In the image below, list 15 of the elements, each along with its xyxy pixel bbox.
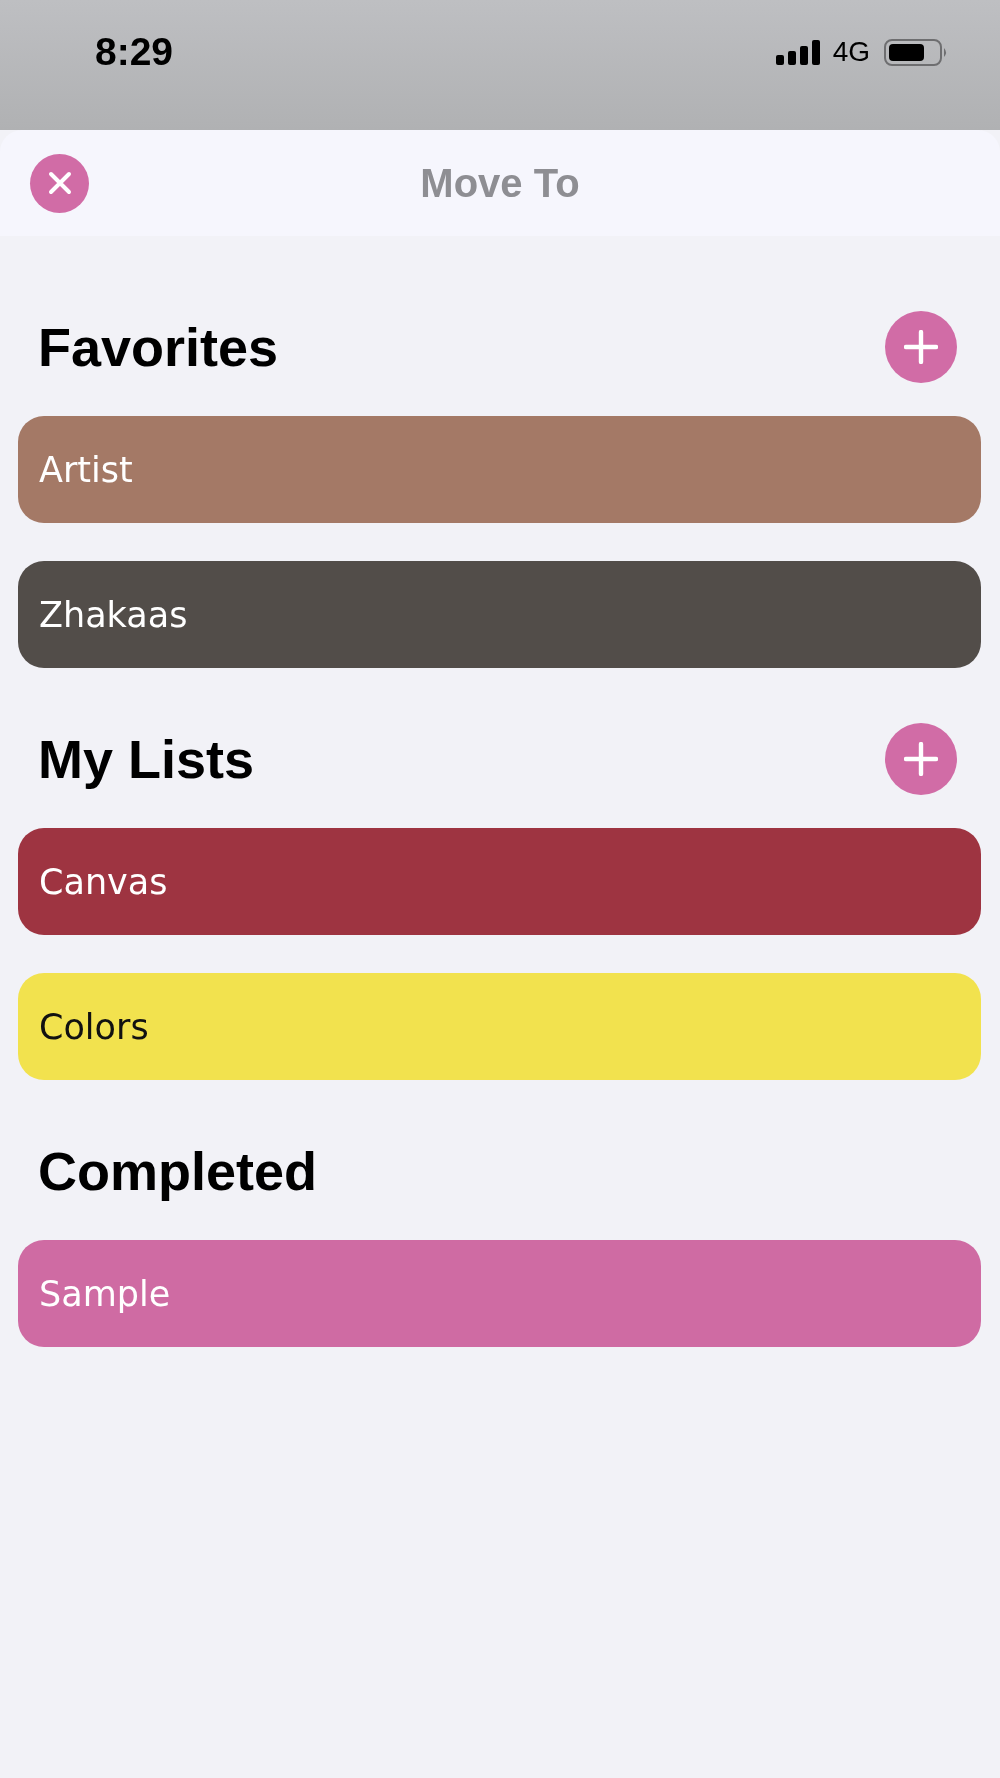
list-button[interactable]: Artist (18, 416, 981, 523)
list-button[interactable]: Colors (18, 973, 981, 1080)
network-type: 4G (832, 36, 870, 68)
sheet-title: Move To (420, 160, 580, 206)
section-heading: Favorites (38, 316, 279, 378)
list-button[interactable]: Zhakaas (18, 561, 981, 668)
section-heading: Completed (38, 1140, 318, 1202)
status-time: 8:29 (95, 30, 174, 74)
close-icon (47, 171, 72, 195)
list-button[interactable]: Canvas (18, 828, 981, 935)
plus-icon (904, 330, 938, 364)
plus-icon (904, 742, 938, 776)
section-heading: My Lists (38, 728, 255, 790)
battery-icon (884, 38, 948, 66)
signal-icon (775, 39, 821, 65)
